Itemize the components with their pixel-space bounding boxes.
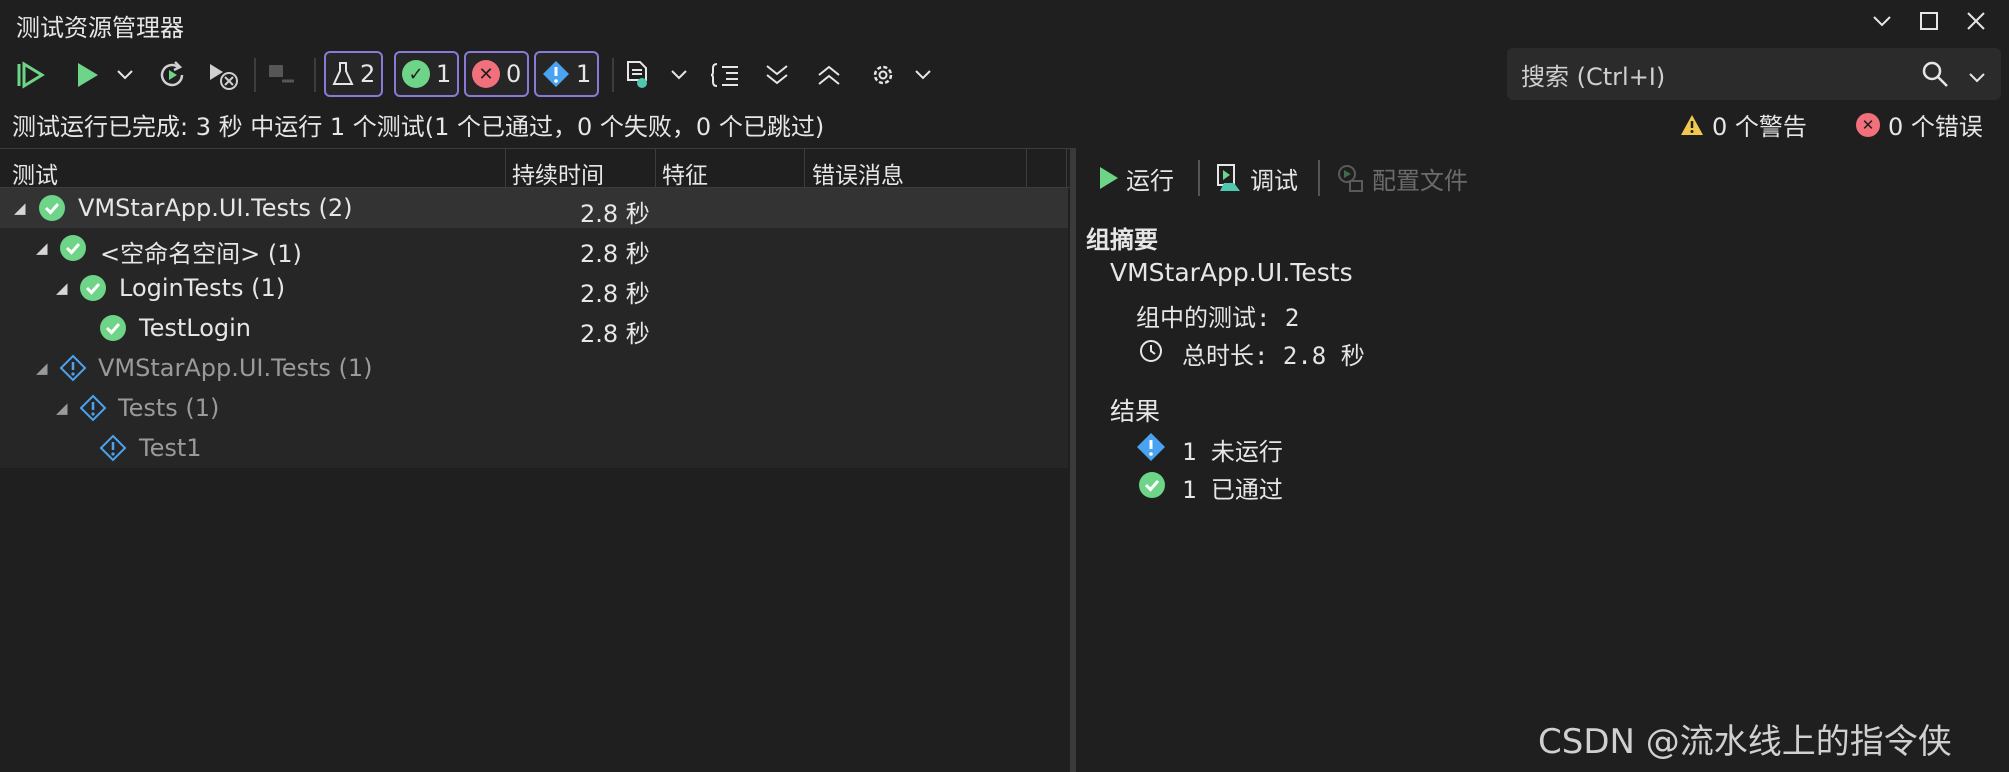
notrun-warning-icon (59, 354, 87, 386)
detail-panel: 运行 调试 配置文件 组摘要 VMStarApp.UI.Tests 组中的测试:… (1076, 148, 2009, 772)
close-icon[interactable] (1958, 6, 1994, 36)
column-header: 测试 持续时间 特征 错误消息 (0, 148, 1070, 190)
tree-row-name: <空命名空间> (1) (100, 240, 302, 268)
notrun-filled-icon (1136, 432, 1166, 468)
cancel-run-icon[interactable] (264, 50, 298, 100)
search-options-chevron-icon[interactable] (1969, 68, 1985, 87)
tree-row-duration: 2.8 秒 (580, 320, 650, 348)
run-failed-tests-icon[interactable] (206, 50, 240, 100)
column-duration[interactable]: 持续时间 (512, 156, 604, 190)
notrun-warning-icon (99, 434, 127, 466)
filter-passed-pill[interactable]: ✓ 1 (394, 51, 460, 97)
tree-row-name: VMStarApp.UI.Tests (1) (98, 354, 373, 382)
result-notrun[interactable]: 1 未运行 (1182, 432, 1283, 467)
tree-row-duration: 2.8 秒 (580, 240, 650, 268)
error-x-icon: ✕ (1856, 112, 1880, 137)
notrun-count: 1 (576, 60, 592, 88)
detail-debug-label: 调试 (1250, 166, 1298, 195)
tree-row-name: TestLogin (139, 314, 252, 342)
column-test[interactable]: 测试 (12, 156, 58, 190)
passed-check-icon (79, 274, 107, 306)
expanded-triangle-icon[interactable]: ◢ (14, 199, 26, 217)
expanded-triangle-icon[interactable]: ◢ (36, 359, 48, 377)
search-box[interactable]: 搜索 (Ctrl+I) (1507, 48, 2001, 100)
total-duration: 总时长: 2.8 秒 (1182, 342, 1365, 370)
detail-run-label: 运行 (1126, 166, 1174, 195)
passed-check-icon: ✓ (402, 60, 430, 88)
repeat-last-run-icon[interactable] (154, 50, 190, 100)
profile-icon (1338, 165, 1363, 192)
detail-profile-button[interactable]: 配置文件 (1336, 156, 1468, 200)
column-traits[interactable]: 特征 (662, 156, 708, 190)
tree-row[interactable]: ◢ VMStarApp.UI.Tests (2) 2.8 秒 (0, 188, 1068, 228)
all-tests-count: 2 (360, 60, 376, 88)
passed-check-icon (99, 314, 127, 346)
collapse-all-icon[interactable] (812, 50, 846, 100)
flask-icon (332, 62, 354, 85)
detail-profile-label: 配置文件 (1372, 166, 1468, 195)
tree-row-name: Test1 (139, 434, 202, 462)
warning-icon (1681, 114, 1703, 135)
tree-row-name: Tests (1) (118, 394, 220, 422)
tree-row[interactable]: ◢ Tests (1) (0, 388, 1068, 428)
failed-x-icon: ✕ (472, 60, 500, 88)
errors-count: 0 个错误 (1888, 113, 1983, 141)
tree-row[interactable]: ◢ VMStarApp.UI.Tests (1) (0, 348, 1068, 388)
notrun-warning-icon (543, 61, 569, 87)
passed-count: 1 (436, 60, 452, 88)
window-title: 测试资源管理器 (16, 14, 184, 42)
gear-icon[interactable] (866, 50, 900, 100)
result-passed[interactable]: 1 已通过 (1182, 470, 1283, 505)
maximize-icon[interactable] (1911, 6, 1947, 36)
tree-row-name: VMStarApp.UI.Tests (2) (78, 194, 353, 222)
run-all-icon[interactable] (12, 50, 48, 100)
results-title: 结果 (1110, 397, 1161, 426)
run-dropdown-chevron-icon[interactable] (112, 50, 138, 100)
test-tree: ◢ VMStarApp.UI.Tests (2) 2.8 秒 ◢ <空命名空间>… (0, 188, 1068, 468)
settings-dropdown-chevron-icon[interactable] (910, 50, 936, 100)
filter-notrun-pill[interactable]: 1 (534, 51, 600, 97)
notrun-warning-icon (79, 394, 107, 426)
passed-check-icon (38, 194, 66, 226)
title-bar: 测试资源管理器 (0, 0, 2009, 44)
tree-row-duration: 2.8 秒 (580, 280, 650, 308)
tree-row[interactable]: ◢ LoginTests (1) 2.8 秒 (0, 268, 1068, 308)
run-summary: 测试运行已完成: 3 秒 中运行 1 个测试(1 个已通过，0 个失败，0 个已… (12, 113, 825, 141)
failed-count: 0 (506, 60, 522, 88)
tree-row-name: LoginTests (1) (119, 274, 286, 302)
filter-failed-pill[interactable]: ✕ 0 (464, 51, 530, 97)
clock-icon (1138, 338, 1164, 370)
tree-row[interactable]: ◢ <空命名空间> (1) 2.8 秒 (0, 228, 1068, 268)
group-name: VMStarApp.UI.Tests (1110, 258, 1353, 287)
debug-icon (1217, 164, 1240, 191)
filter-all-tests-pill[interactable]: 2 (324, 51, 384, 97)
detail-debug-button[interactable]: 调试 (1214, 156, 1298, 200)
watermark: CSDN @流水线上的指令侠 (1538, 722, 1952, 762)
passed-check-icon (59, 234, 87, 266)
expand-all-icon[interactable] (760, 50, 794, 100)
passed-check-icon (1138, 471, 1166, 505)
errors-indicator[interactable]: ✕ 0 个错误 (1856, 107, 1983, 142)
warnings-count: 0 个警告 (1712, 113, 1807, 141)
detail-run-button[interactable]: 运行 (1098, 156, 1174, 200)
warnings-indicator[interactable]: 0 个警告 (1680, 107, 1807, 142)
tree-row-duration: 2.8 秒 (580, 200, 650, 228)
chevron-down-icon[interactable] (1864, 6, 1900, 36)
playlist-icon[interactable] (622, 50, 654, 100)
group-by-icon[interactable] (708, 50, 742, 100)
expanded-triangle-icon[interactable]: ◢ (56, 399, 68, 417)
run-icon[interactable] (72, 50, 102, 100)
tree-row[interactable]: TestLogin 2.8 秒 (0, 308, 1068, 348)
group-summary-title: 组摘要 (1086, 226, 1158, 254)
tree-row[interactable]: Test1 (0, 428, 1068, 468)
run-icon (1100, 167, 1118, 189)
playlist-dropdown-chevron-icon[interactable] (666, 50, 692, 100)
expanded-triangle-icon[interactable]: ◢ (56, 279, 68, 297)
search-input[interactable]: 搜索 (Ctrl+I) (1521, 57, 1665, 92)
tests-in-group: 组中的测试: 2 (1136, 304, 1300, 332)
search-icon[interactable] (1921, 60, 1949, 92)
test-list-panel: 测试 持续时间 特征 错误消息 ◢ VMStarApp.UI.Tests (2)… (0, 148, 1070, 772)
expanded-triangle-icon[interactable]: ◢ (36, 239, 48, 257)
column-error-message[interactable]: 错误消息 (812, 156, 904, 190)
